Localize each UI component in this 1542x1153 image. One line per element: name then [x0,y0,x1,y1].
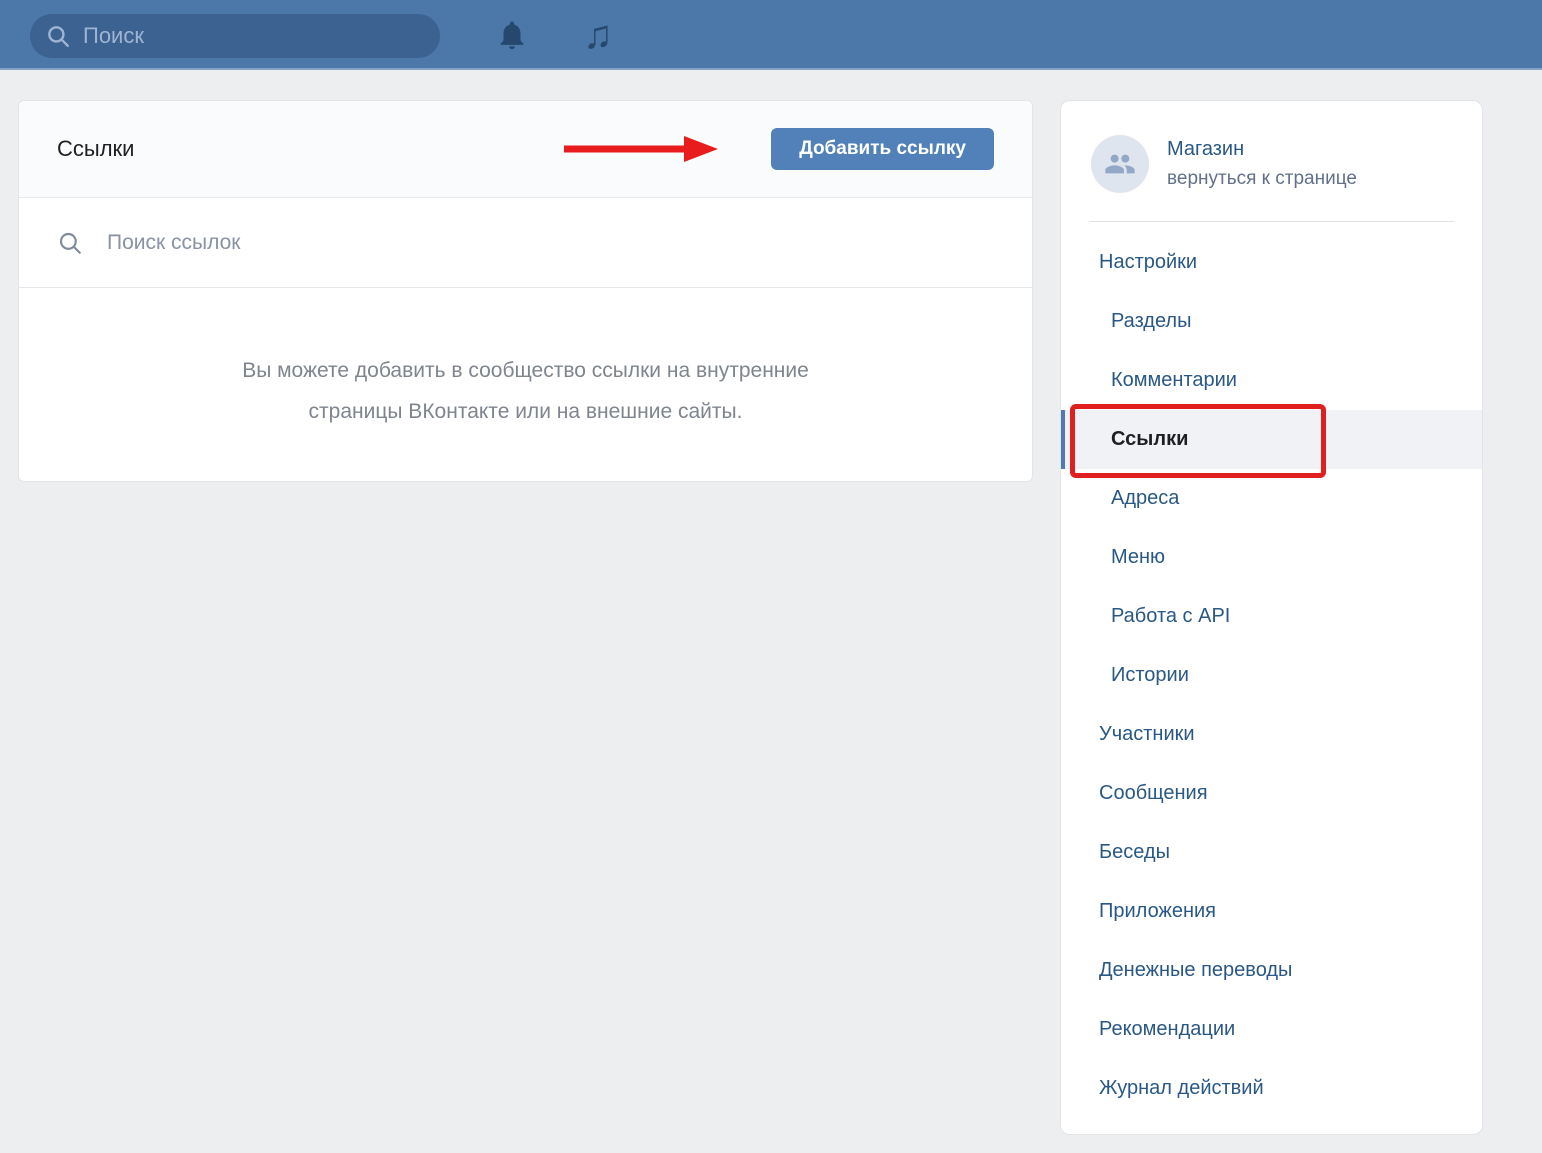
community-sidebar: Магазин вернуться к странице Настройки Р… [1060,100,1483,1135]
empty-state-text: Вы можете добавить в сообщество ссылки н… [19,288,1032,432]
sidebar-item-money-transfers[interactable]: Денежные переводы [1061,941,1482,1000]
sidebar-item-comments[interactable]: Комментарии [1061,351,1482,410]
sidebar-item-menu[interactable]: Меню [1061,528,1482,587]
sidebar-item-chats[interactable]: Беседы [1061,823,1482,882]
notifications-bell-icon[interactable] [482,0,542,70]
sidebar-item-links[interactable]: Ссылки [1061,410,1482,469]
back-to-page-link[interactable]: вернуться к странице [1167,168,1357,190]
top-navigation-bar: ♫ [0,0,1542,70]
avatar[interactable] [1091,135,1149,193]
sidebar-item-settings[interactable]: Настройки [1061,233,1482,292]
sidebar-item-messages[interactable]: Сообщения [1061,764,1482,823]
sidebar-item-addresses[interactable]: Адреса [1061,469,1482,528]
music-note-icon[interactable]: ♫ [568,0,628,70]
sidebar-item-stories[interactable]: Истории [1061,646,1482,705]
add-link-button[interactable]: Добавить ссылку [771,128,994,170]
links-panel-header: Ссылки Добавить ссылку [19,101,1032,198]
sidebar-item-recommendations[interactable]: Рекомендации [1061,1000,1482,1059]
links-search-row [19,198,1032,288]
global-search-input[interactable] [83,23,413,49]
sidebar-item-sections[interactable]: Разделы [1061,292,1482,351]
global-search-field[interactable] [30,14,440,58]
sidebar-item-api[interactable]: Работа с API [1061,587,1482,646]
empty-state-line1: Вы можете добавить в сообщество ссылки н… [19,350,1032,391]
page-title: Ссылки [57,136,134,162]
sidebar-menu: Настройки Разделы Комментарии Ссылки Адр… [1061,222,1482,1118]
links-search-input[interactable] [107,231,994,255]
sidebar-item-action-log[interactable]: Журнал действий [1061,1059,1482,1118]
search-icon [57,230,83,256]
sidebar-item-members[interactable]: Участники [1061,705,1482,764]
search-icon [45,23,71,49]
community-name-link[interactable]: Магазин [1167,138,1357,161]
sidebar-item-apps[interactable]: Приложения [1061,882,1482,941]
links-panel: Ссылки Добавить ссылку Вы можете добавит… [18,100,1033,482]
community-members-icon [1104,148,1136,180]
empty-state-line2: страницы ВКонтакте или на внешние сайты. [19,391,1032,432]
community-profile-row: Магазин вернуться к странице [1061,101,1482,221]
